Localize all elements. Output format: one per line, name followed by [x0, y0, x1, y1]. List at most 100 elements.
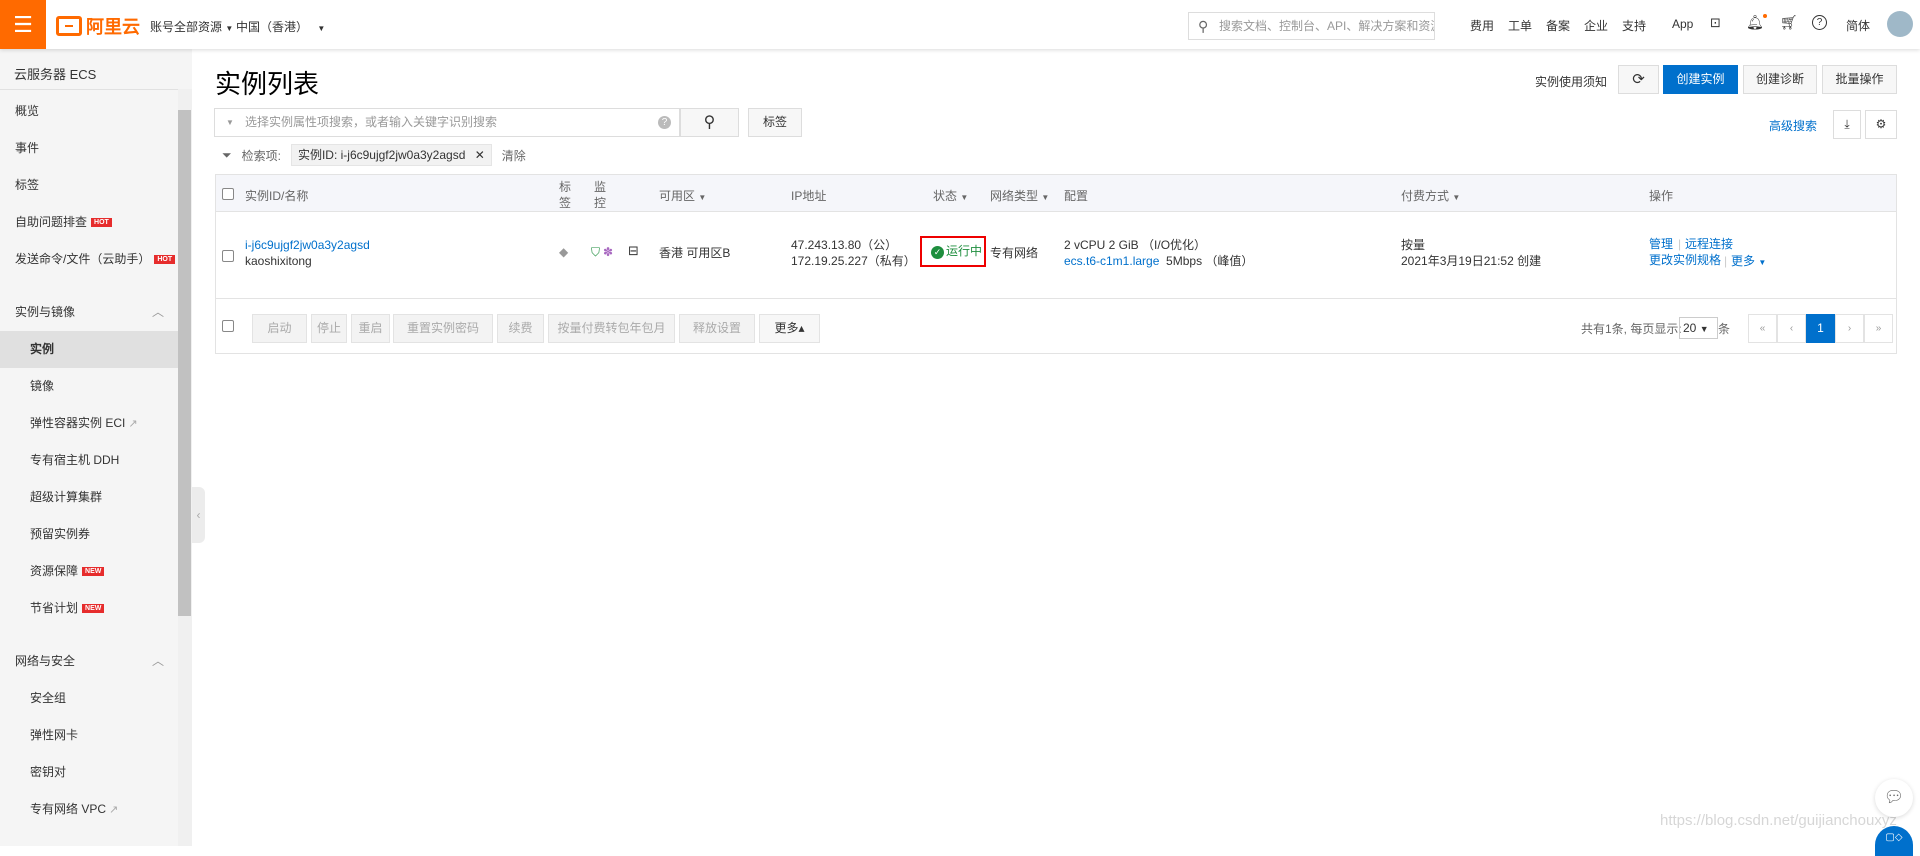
start-button[interactable]: 启动: [252, 314, 307, 343]
caret-down-icon: ▼: [698, 193, 707, 202]
monitor-icon[interactable]: ⊟: [628, 243, 639, 259]
tag-filter-button[interactable]: 标签: [748, 108, 802, 137]
nav-tickets[interactable]: 工单: [1508, 17, 1532, 34]
sidebar-item-label: 发送命令/文件（云助手）: [15, 252, 151, 266]
nav-enterprise[interactable]: 企业: [1584, 17, 1608, 34]
sidebar-group-instances-images[interactable]: 实例与镜像 ︿: [0, 294, 178, 331]
restart-button[interactable]: 重启: [351, 314, 390, 343]
instance-id-link[interactable]: i-j6c9ujgf2jw0a3y2agsd: [245, 237, 370, 253]
bell-icon[interactable]: 🔔︎: [1746, 14, 1767, 31]
remote-connect-link[interactable]: 远程连接: [1685, 236, 1733, 252]
nav-billing[interactable]: 费用: [1470, 17, 1494, 34]
sidebar-item-eci[interactable]: 弹性容器实例 ECI ↗: [0, 405, 178, 442]
close-icon[interactable]: ✕: [475, 148, 485, 162]
sidebar-item-self-diagnosis[interactable]: 自助问题排查 HOT: [0, 204, 178, 241]
sidebar-item-scc[interactable]: 超级计算集群: [0, 479, 178, 516]
region-dropdown[interactable]: 中国（香港） ▼: [236, 18, 325, 35]
sidebar-item-security-group[interactable]: 安全组: [0, 680, 178, 717]
column-status[interactable]: 状态 ▼: [933, 187, 968, 204]
sidebar-item-overview[interactable]: 概览: [0, 93, 178, 130]
renew-button[interactable]: 续费: [497, 314, 544, 343]
change-spec-link[interactable]: 更改实例规格: [1649, 252, 1721, 268]
batch-operation-button[interactable]: 批量操作: [1822, 65, 1897, 94]
column-tag: 标: [559, 180, 572, 194]
first-page-button[interactable]: «: [1748, 314, 1777, 343]
column-id: 实例ID/名称: [245, 189, 309, 203]
stop-button[interactable]: 停止: [311, 314, 347, 343]
language-switch[interactable]: 简体: [1846, 17, 1870, 34]
sidebar-collapse-handle[interactable]: ‹: [192, 487, 205, 543]
sidebar-scrollbar-thumb[interactable]: [178, 110, 191, 616]
aliyun-logo[interactable]: 阿里云: [56, 13, 140, 39]
page-size-unit: 条: [1718, 322, 1731, 336]
sidebar-item-vpc[interactable]: 专有网络 VPC ↗: [0, 791, 178, 828]
sidebar-item-savings-plan[interactable]: 节省计划 NEW: [0, 590, 178, 627]
floating-assistant-button[interactable]: ▢◇: [1875, 826, 1913, 856]
sidebar-group-network-security[interactable]: 网络与安全 ︿: [0, 643, 178, 680]
reset-password-button[interactable]: 重置实例密码: [393, 314, 493, 343]
nav-support[interactable]: 支持: [1622, 17, 1646, 34]
search-button[interactable]: ⚲: [680, 108, 739, 137]
advanced-search-link[interactable]: 高级搜索: [1769, 117, 1817, 134]
plugin-icon[interactable]: ✽: [603, 244, 613, 260]
caret-down-icon: ▼: [1041, 193, 1050, 202]
release-settings-button[interactable]: 释放设置: [679, 314, 755, 343]
convert-billing-button[interactable]: 按量付费转包年包月: [548, 314, 675, 343]
usage-notice-link[interactable]: 实例使用须知: [1535, 73, 1607, 90]
column-zone[interactable]: 可用区 ▼: [659, 187, 706, 204]
instance-type-link[interactable]: ecs.t6-c1m1.large: [1064, 254, 1159, 268]
page-size-value: 20: [1683, 321, 1697, 335]
column-network[interactable]: 网络类型 ▼: [990, 187, 1049, 204]
manage-link[interactable]: 管理: [1649, 236, 1673, 252]
nav-icp[interactable]: 备案: [1546, 17, 1570, 34]
sidebar-group-label: 网络与安全: [15, 654, 76, 668]
sidebar-item-events[interactable]: 事件: [0, 130, 178, 167]
new-badge: NEW: [82, 604, 105, 614]
security-shield-icon[interactable]: ⛉: [591, 244, 600, 260]
cart-icon[interactable]: 🛒︎: [1780, 14, 1798, 31]
avatar[interactable]: [1887, 11, 1913, 37]
instance-search-input[interactable]: ▼ 选择实例属性项搜索，或者输入关键字识别搜索?: [214, 108, 680, 137]
help-icon[interactable]: ?: [658, 116, 671, 129]
sidebar-item-tags[interactable]: 标签: [0, 167, 178, 204]
hamburger-menu-button[interactable]: ☰: [0, 0, 46, 49]
global-search-input[interactable]: ⚲ 搜索文档、控制台、API、解决方案和资源: [1188, 12, 1435, 40]
sidebar-item-instances[interactable]: 实例: [0, 331, 178, 368]
create-instance-button[interactable]: 创建实例: [1663, 65, 1738, 94]
logo-mark-icon: [56, 16, 82, 36]
page-1-button[interactable]: 1: [1806, 314, 1835, 343]
refresh-button[interactable]: ⟳: [1618, 65, 1659, 94]
select-all-checkbox[interactable]: [222, 188, 234, 200]
chat-icon[interactable]: 💬︎: [1875, 779, 1913, 817]
clear-filters-link[interactable]: 清除: [502, 147, 526, 164]
footer-select-checkbox[interactable]: [222, 320, 234, 332]
more-button[interactable]: 更多▴: [759, 314, 820, 343]
sidebar-item-label: 密钥对: [30, 765, 67, 779]
nav-app[interactable]: App: [1672, 17, 1693, 31]
sidebar-item-images[interactable]: 镜像: [0, 368, 178, 405]
external-link-icon: ↗: [109, 804, 119, 816]
column-billing[interactable]: 付费方式 ▼: [1401, 187, 1460, 204]
terminal-icon[interactable]: ⊡: [1710, 15, 1721, 31]
account-scope-dropdown[interactable]: 账号全部资源 ▼: [150, 18, 233, 35]
row-checkbox[interactable]: [222, 250, 234, 262]
sidebar-item-ddh[interactable]: 专有宿主机 DDH: [0, 442, 178, 479]
page-size-select[interactable]: 20 ▼: [1679, 317, 1718, 339]
settings-icon[interactable]: ⚙: [1865, 110, 1897, 139]
next-page-button[interactable]: ›: [1835, 314, 1864, 343]
sidebar-item-eni[interactable]: 弹性网卡: [0, 717, 178, 754]
more-actions-dropdown[interactable]: 更多 ▼: [1731, 253, 1766, 271]
last-page-button[interactable]: »: [1864, 314, 1893, 343]
sidebar-item-cloud-assistant[interactable]: 发送命令/文件（云助手） HOT: [0, 241, 178, 278]
tag-icon[interactable]: ◆: [559, 244, 568, 260]
sidebar-item-label: 预留实例券: [30, 527, 91, 541]
hot-badge: HOT: [154, 255, 176, 265]
table-footer: 启动 停止 重启 重置实例密码 续费 按量付费转包年包月 释放设置 更多▴ 共有…: [216, 299, 1896, 355]
prev-page-button[interactable]: ‹: [1777, 314, 1806, 343]
create-diagnosis-button[interactable]: 创建诊断: [1743, 65, 1817, 94]
sidebar-item-capacity[interactable]: 资源保障 NEW: [0, 553, 178, 590]
download-icon[interactable]: ⤓: [1833, 110, 1861, 139]
help-icon[interactable]: ?: [1812, 15, 1827, 30]
sidebar-item-reserved[interactable]: 预留实例券: [0, 516, 178, 553]
sidebar-item-keypair[interactable]: 密钥对: [0, 754, 178, 791]
